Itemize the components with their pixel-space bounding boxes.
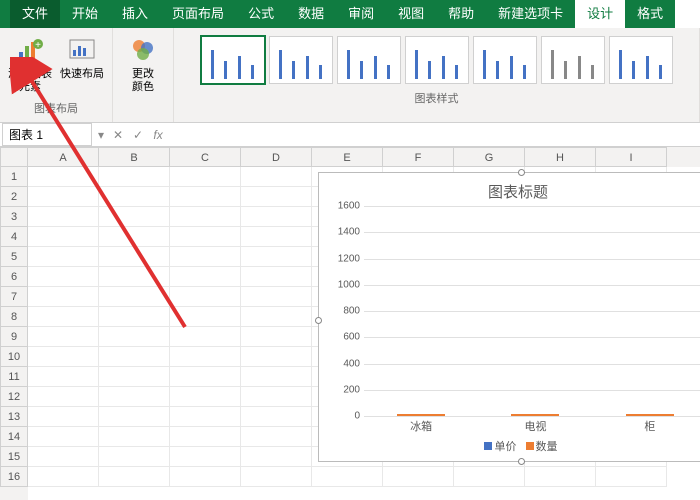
- formula-bar: 图表 1 ▾ ✕ ✓ fx: [0, 123, 700, 147]
- cancel-icon[interactable]: ✕: [108, 128, 128, 142]
- row-header[interactable]: 10: [0, 347, 28, 367]
- row-header[interactable]: 4: [0, 227, 28, 247]
- add-chart-element-icon: +: [14, 34, 46, 66]
- chart-style-2[interactable]: [269, 36, 333, 84]
- tab-data[interactable]: 数据: [286, 0, 336, 28]
- chart-x-axis: 冰箱电视柜: [364, 418, 700, 434]
- column-header[interactable]: I: [596, 147, 667, 167]
- enter-icon[interactable]: ✓: [128, 128, 148, 142]
- row-header[interactable]: 5: [0, 247, 28, 267]
- select-all-corner[interactable]: [0, 147, 28, 167]
- column-header[interactable]: E: [312, 147, 383, 167]
- column-headers: ABCDEFGHI: [28, 147, 700, 167]
- change-colors-icon: [127, 34, 159, 66]
- row-header[interactable]: 9: [0, 327, 28, 347]
- chart-plot-area[interactable]: 02004006008001000120014001600: [364, 206, 700, 416]
- chart-title[interactable]: 图表标题: [319, 173, 700, 206]
- row-header[interactable]: 2: [0, 187, 28, 207]
- row-header[interactable]: 13: [0, 407, 28, 427]
- quick-layout-label: 快速布局: [60, 68, 104, 81]
- chart-style-3[interactable]: [337, 36, 401, 84]
- tab-file[interactable]: 文件: [10, 0, 60, 28]
- name-box[interactable]: 图表 1: [2, 123, 92, 146]
- row-header[interactable]: 14: [0, 427, 28, 447]
- chart-style-gallery: [197, 32, 677, 88]
- row-header[interactable]: 16: [0, 467, 28, 487]
- fx-icon[interactable]: fx: [148, 128, 168, 142]
- add-chart-element-button[interactable]: + 添加图表 元素: [6, 32, 54, 98]
- column-header[interactable]: C: [170, 147, 241, 167]
- svg-text:+: +: [35, 40, 41, 51]
- chart-style-6[interactable]: [541, 36, 605, 84]
- tab-review[interactable]: 审阅: [336, 0, 386, 28]
- group-change-colors: 更改 颜色: [113, 28, 174, 122]
- ribbon: + 添加图表 元素 快速布局 图表布局 更改 颜色: [0, 28, 700, 123]
- row-header[interactable]: 15: [0, 447, 28, 467]
- column-header[interactable]: H: [525, 147, 596, 167]
- tab-page-layout[interactable]: 页面布局: [160, 0, 236, 28]
- chart-style-7[interactable]: [609, 36, 673, 84]
- quick-layout-icon: [66, 34, 98, 66]
- tab-home[interactable]: 开始: [60, 0, 110, 28]
- tab-help[interactable]: 帮助: [436, 0, 486, 28]
- chart-style-4[interactable]: [405, 36, 469, 84]
- column-header[interactable]: F: [383, 147, 454, 167]
- row-header[interactable]: 12: [0, 387, 28, 407]
- row-header[interactable]: 3: [0, 207, 28, 227]
- tab-design[interactable]: 设计: [575, 0, 625, 28]
- row-header[interactable]: 11: [0, 367, 28, 387]
- chart-legend[interactable]: 单价 数量: [319, 438, 700, 454]
- row-header[interactable]: 6: [0, 267, 28, 287]
- row-header[interactable]: 7: [0, 287, 28, 307]
- group-label-layout: 图表布局: [34, 98, 78, 118]
- change-colors-label: 更改 颜色: [132, 68, 154, 94]
- worksheet: 12345678910111213141516 ABCDEFGHI 图表标题 0…: [0, 147, 700, 500]
- group-label-styles: 图表样式: [415, 88, 459, 108]
- tab-format[interactable]: 格式: [625, 0, 675, 28]
- row-header[interactable]: 1: [0, 167, 28, 187]
- embedded-chart[interactable]: 图表标题 02004006008001000120014001600 冰箱电视柜…: [318, 172, 700, 462]
- formula-input[interactable]: [168, 133, 700, 137]
- chart-style-1[interactable]: [201, 36, 265, 84]
- column-header[interactable]: G: [454, 147, 525, 167]
- change-colors-button[interactable]: 更改 颜色: [119, 32, 167, 102]
- group-chart-styles: 图表样式: [174, 28, 700, 122]
- tab-insert[interactable]: 插入: [110, 0, 160, 28]
- column-header[interactable]: D: [241, 147, 312, 167]
- add-chart-element-label: 添加图表 元素: [8, 68, 52, 94]
- tab-formulas[interactable]: 公式: [236, 0, 286, 28]
- row-header[interactable]: 8: [0, 307, 28, 327]
- tab-view[interactable]: 视图: [386, 0, 436, 28]
- name-box-dropdown-icon[interactable]: ▾: [94, 128, 108, 142]
- column-header[interactable]: A: [28, 147, 99, 167]
- column-header[interactable]: B: [99, 147, 170, 167]
- tab-new[interactable]: 新建选项卡: [486, 0, 575, 28]
- group-chart-layout: + 添加图表 元素 快速布局 图表布局: [0, 28, 113, 122]
- row-headers: 12345678910111213141516: [0, 147, 28, 500]
- quick-layout-button[interactable]: 快速布局: [58, 32, 106, 98]
- ribbon-tabs: 文件 开始 插入 页面布局 公式 数据 审阅 视图 帮助 新建选项卡 设计 格式: [0, 0, 700, 28]
- chart-style-5[interactable]: [473, 36, 537, 84]
